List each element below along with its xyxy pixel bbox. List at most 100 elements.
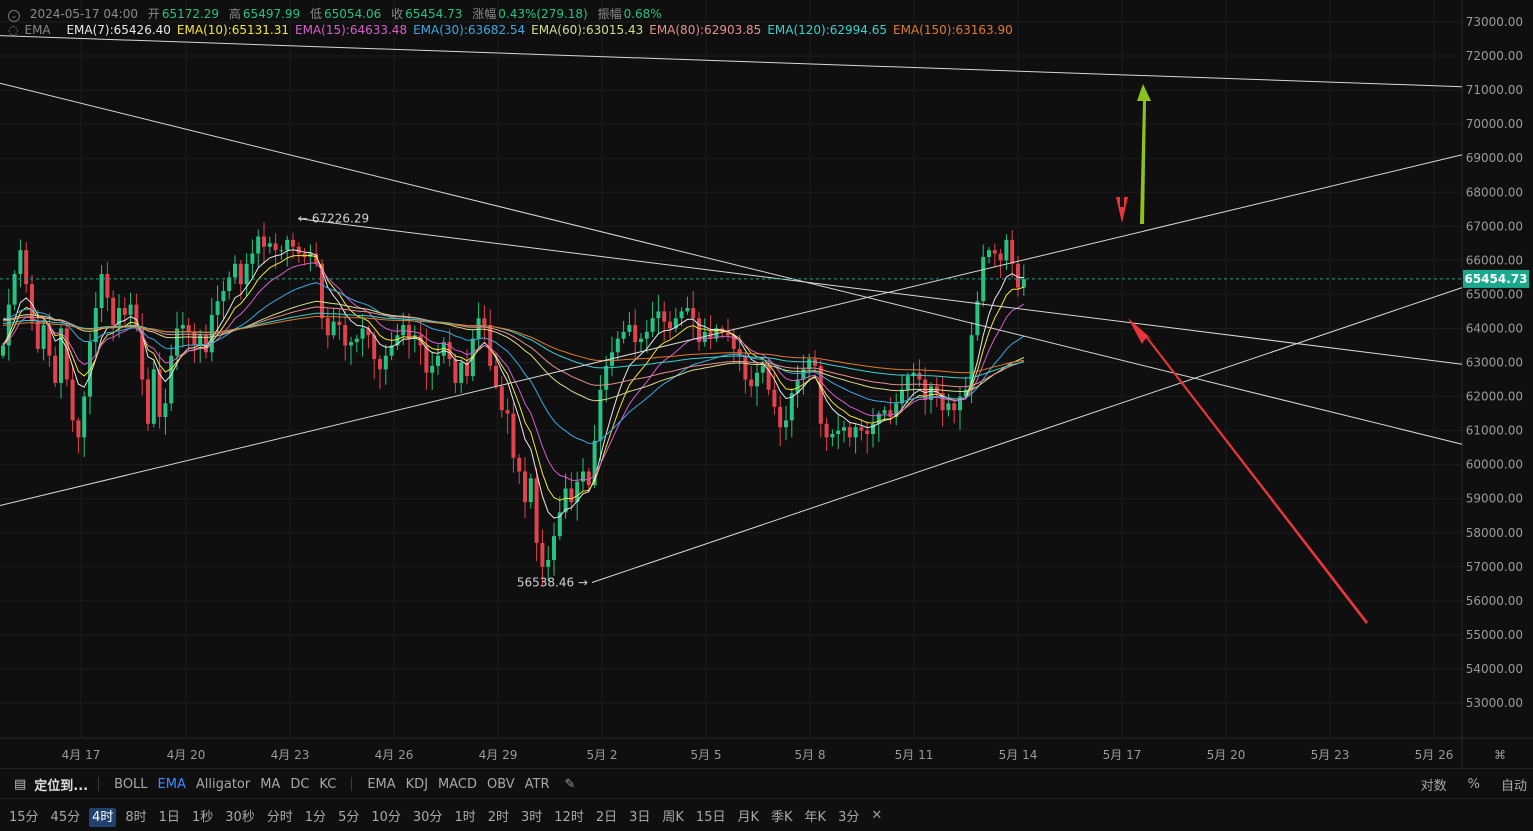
candle-body	[865, 430, 870, 435]
candle-body	[76, 420, 81, 438]
timeframe-button[interactable]: 周K	[659, 808, 687, 827]
candle-body	[267, 243, 272, 247]
percent-scale-button[interactable]: %	[1468, 777, 1480, 792]
sub-indicator-obv[interactable]: OBV	[487, 777, 515, 792]
sub-indicator-atr[interactable]: ATR	[525, 777, 550, 792]
timeframe-button[interactable]: 15分	[6, 808, 42, 827]
close-icon[interactable]: ✕	[871, 808, 882, 823]
candle-body	[511, 413, 516, 458]
candle-body	[824, 423, 829, 438]
candle-body	[476, 318, 481, 339]
candle-body	[552, 536, 556, 560]
candle-body	[644, 331, 649, 339]
high-label: 高	[228, 7, 241, 21]
candle-body	[749, 379, 754, 387]
timeframe-button[interactable]: 10分	[368, 808, 404, 827]
edit-icon[interactable]: ✎	[565, 777, 576, 792]
candle-body	[755, 372, 759, 387]
timeframe-button[interactable]: 年K	[802, 808, 830, 827]
timeframe-button[interactable]: 2时	[485, 808, 512, 827]
candle-body	[772, 389, 777, 407]
y-tick-label: 63000.00	[1466, 356, 1523, 370]
timeframe-button[interactable]: 15日	[693, 808, 729, 827]
candle-body	[41, 325, 46, 349]
timeframe-button[interactable]: 3时	[518, 808, 545, 827]
x-tick-label: 4月 23	[271, 748, 310, 762]
trend-line[interactable]	[0, 82, 1463, 445]
candle-body	[882, 410, 887, 414]
timeframe-button[interactable]: 5分	[335, 808, 362, 827]
candle-body	[992, 250, 997, 254]
timeframe-button[interactable]: 3分	[835, 808, 862, 827]
indicator-dc[interactable]: DC	[290, 777, 309, 792]
timeframe-button[interactable]: 月K	[734, 808, 762, 827]
timeframe-button[interactable]: 1秒	[189, 808, 216, 827]
timeframe-button[interactable]: 1日	[156, 808, 183, 827]
candlestick-chart[interactable]: 73000.00 72000.00 71000.00 70000.00 69000.00…	[0, 0, 1533, 768]
auto-scale-button[interactable]: 自动	[1501, 775, 1527, 794]
candle-body	[639, 338, 643, 343]
y-tick-label: 55000.00	[1466, 628, 1523, 642]
calendar-icon[interactable]: ▤	[14, 777, 26, 792]
locate-button[interactable]: 定位到...	[34, 775, 88, 794]
candle-body	[1, 345, 5, 356]
eye-icon[interactable]: ◌	[8, 23, 18, 37]
timeframe-button[interactable]: 3日	[626, 808, 653, 827]
x-tick-label: 5月 11	[895, 748, 934, 762]
timeframe-button[interactable]: 4时	[89, 807, 117, 827]
timeframe-button[interactable]: 30分	[410, 808, 446, 827]
sub-indicator-ema[interactable]: EMA	[367, 777, 395, 792]
y-tick-label: 66000.00	[1466, 253, 1523, 267]
indicator-toolbar: ▤ 定位到... BOLL EMA Alligator MA DC KC EMA KDJ MA…	[0, 768, 1533, 799]
candle-body	[436, 355, 440, 366]
candle-body	[534, 478, 539, 543]
indicator-kc[interactable]: KC	[319, 777, 336, 792]
timeframe-button[interactable]: 8时	[122, 808, 149, 827]
y-tick-label: 54000.00	[1466, 662, 1523, 676]
x-tick-label: 5月 17	[1103, 748, 1142, 762]
log-scale-button[interactable]: 对数	[1421, 775, 1447, 794]
timeframe-button[interactable]: 1分	[302, 808, 329, 827]
x-tick-label: 5月 14	[999, 748, 1038, 762]
timeframe-button[interactable]: 2日	[593, 808, 620, 827]
candle-body	[760, 365, 765, 373]
candle-body	[859, 427, 864, 431]
indicator-ma[interactable]: MA	[260, 777, 280, 792]
candle-body	[221, 290, 226, 302]
last-price-label: 65454.73	[1464, 272, 1527, 286]
sub-indicator-macd[interactable]: MACD	[438, 777, 477, 792]
candle-body	[180, 325, 185, 329]
high-annotation: ← 67226.29	[298, 212, 369, 226]
timeframe-button[interactable]: 12时	[551, 808, 587, 827]
indicator-boll[interactable]: BOLL	[114, 777, 147, 792]
timeframe-button[interactable]: 1时	[451, 808, 478, 827]
timeframe-button[interactable]: 30秒	[222, 808, 258, 827]
chevron-icon[interactable]: ⌄	[8, 10, 20, 22]
ema-legend-item: EMA(15):64633.48	[295, 23, 408, 37]
candle-body	[238, 263, 243, 285]
candle-body	[679, 311, 684, 319]
trend-line[interactable]	[0, 154, 1463, 506]
x-tick-label: 4月 17	[62, 748, 101, 762]
x-tick-label: 5月 2	[586, 748, 617, 762]
indicator-alligator[interactable]: Alligator	[196, 777, 250, 792]
red-pointer-arrow	[1128, 318, 1368, 624]
open-value: 65172.29	[161, 7, 220, 21]
indicator-ema[interactable]: EMA	[158, 777, 186, 792]
y-axis: 73000.00 72000.00 71000.00 70000.00 69000.00…	[1466, 15, 1523, 710]
amplitude-value: 0.68%	[623, 7, 662, 21]
change-label: 涨幅	[472, 7, 497, 21]
trend-line[interactable]	[0, 35, 1463, 88]
timeframe-button[interactable]: 45分	[48, 808, 84, 827]
candle-body	[621, 331, 626, 339]
chart-area[interactable]: 73000.00 72000.00 71000.00 70000.00 69000.00…	[0, 0, 1533, 768]
candle-body	[430, 365, 435, 373]
sub-indicator-kdj[interactable]: KDJ	[406, 777, 428, 792]
candle-body	[830, 434, 835, 438]
settings-icon[interactable]: ⌘	[1494, 748, 1506, 762]
timeframe-button[interactable]: 季K	[768, 808, 796, 827]
timeframe-button[interactable]: 分时	[264, 808, 296, 827]
candle-body	[627, 325, 632, 332]
candle-body	[743, 355, 748, 380]
candle-body	[546, 559, 551, 567]
